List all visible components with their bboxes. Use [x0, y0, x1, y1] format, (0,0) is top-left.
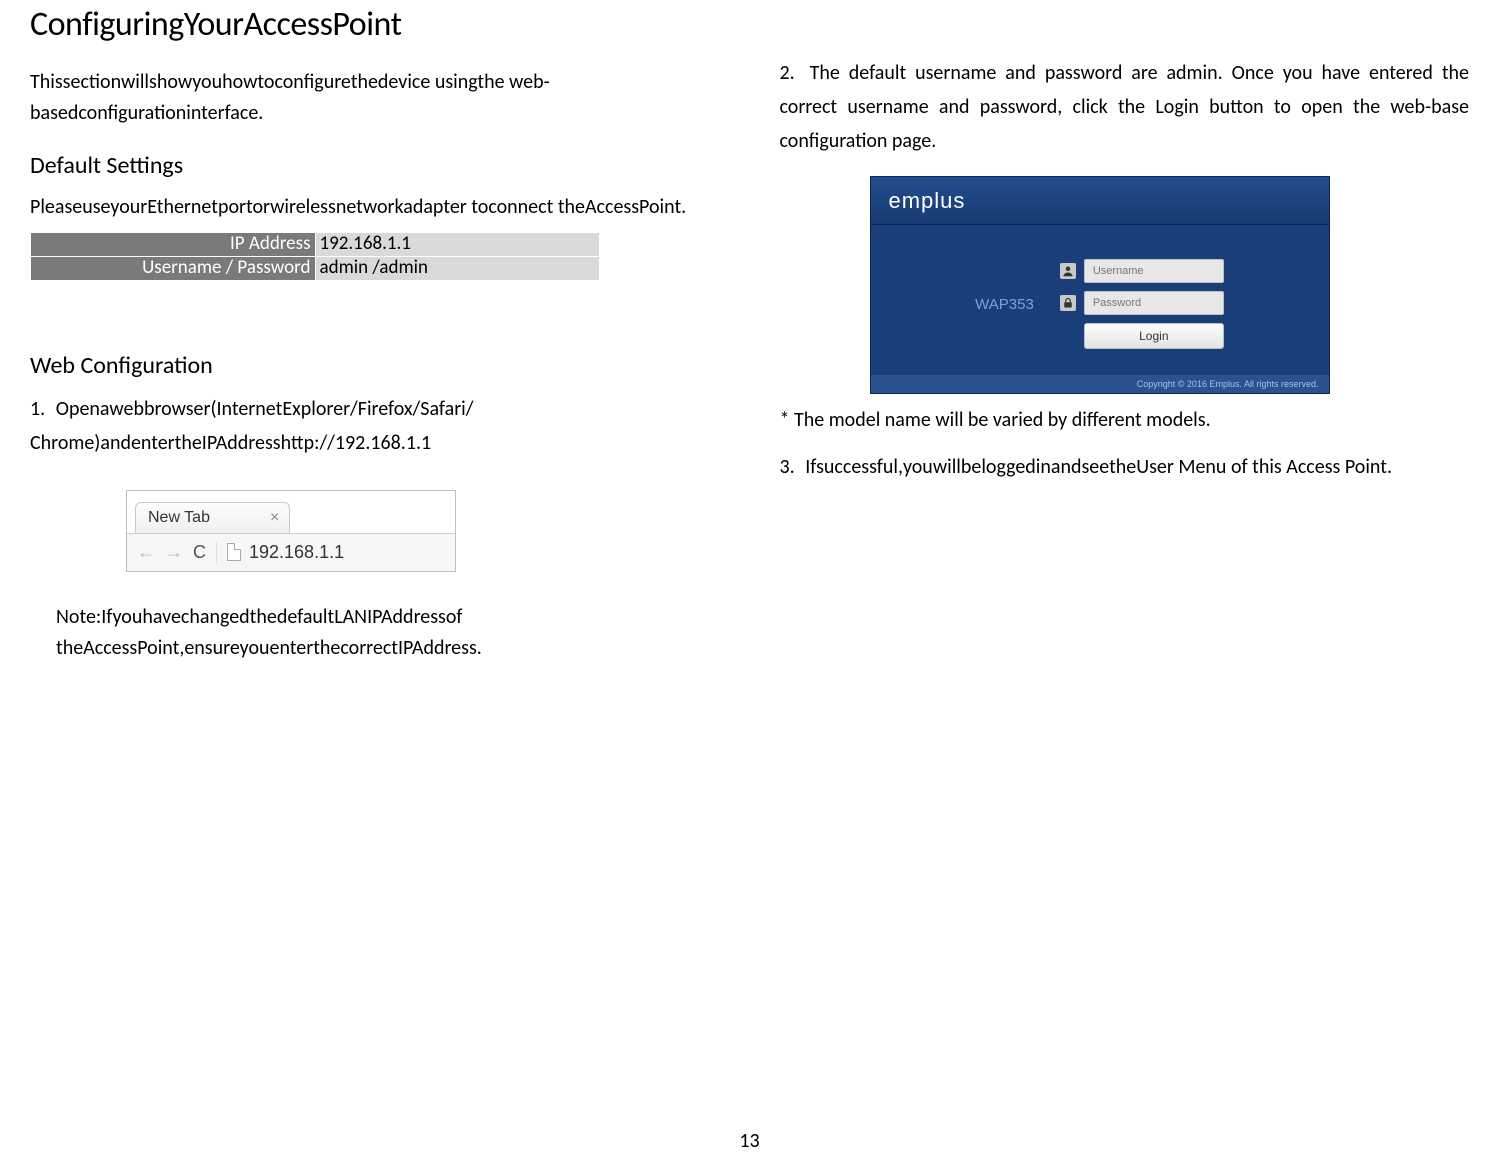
browser-tabstrip: New Tab × — [127, 491, 455, 533]
heading-default-settings: Default Settings — [30, 151, 720, 180]
login-form: Username Password Login — [1060, 259, 1224, 349]
table-row: Username / Password admin /admin — [31, 256, 600, 280]
password-placeholder: Password — [1093, 297, 1141, 309]
username-placeholder: Username — [1093, 265, 1144, 277]
default-settings-text: PleaseuseyourEthernetportorwirelessnetwo… — [30, 192, 720, 222]
page-title: ConfiguringYourAccessPoint — [30, 4, 720, 45]
step-3: 3. Ifsuccessful,youwillbeloggedinandseet… — [780, 450, 1470, 484]
address-bar[interactable]: 192.168.1.1 — [216, 542, 445, 563]
tab-label: New Tab — [148, 509, 210, 527]
step-3-text: Ifsuccessful,youwillbeloggedinandseetheU… — [805, 455, 1392, 479]
step-2: 2. The default username and password are… — [780, 56, 1470, 158]
brand-logo: emplus — [889, 188, 966, 214]
login-header: emplus — [871, 177, 1329, 225]
lock-icon — [1060, 295, 1076, 311]
cred-label: Username / Password — [31, 256, 316, 280]
ip-label: IP Address — [31, 233, 316, 257]
ip-value: 192.168.1.1 — [315, 233, 600, 257]
username-row: Username — [1060, 259, 1224, 283]
password-input[interactable]: Password — [1084, 291, 1224, 315]
heading-web-configuration: Web Configuration — [30, 351, 720, 380]
browser-tab[interactable]: New Tab × — [135, 502, 290, 533]
browser-screenshot: New Tab × ← → C 192.168.1.1 — [126, 490, 456, 572]
login-button[interactable]: Login — [1084, 323, 1224, 349]
step-number-3: 3. — [780, 455, 795, 479]
address-text: 192.168.1.1 — [249, 542, 344, 563]
intro-text: Thissectionwillshowyouhowtoconfigurethed… — [30, 67, 720, 129]
step-number-2: 2. — [780, 61, 795, 85]
password-row: Password — [1060, 291, 1224, 315]
login-screenshot: emplus WAP353 Username — [870, 176, 1330, 394]
settings-table: IP Address 192.168.1.1 Username / Passwo… — [30, 232, 600, 281]
table-row: IP Address 192.168.1.1 — [31, 233, 600, 257]
step-2-text: The default username and password are ad… — [780, 61, 1470, 153]
page-icon — [227, 543, 241, 561]
note-text: Note:IfyouhavechangedthedefaultLANIPAddr… — [56, 602, 720, 664]
login-body: WAP353 Username — [871, 225, 1329, 375]
close-icon[interactable]: × — [270, 510, 279, 526]
step-number-1: 1. — [30, 397, 45, 421]
reload-icon[interactable]: C — [193, 542, 206, 563]
model-name: WAP353 — [975, 296, 1034, 313]
login-footer: Copyright © 2016 Emplus. All rights rese… — [871, 375, 1329, 393]
user-icon — [1060, 263, 1076, 279]
model-note: * The model name will be varied by diffe… — [780, 408, 1470, 432]
step-1-text: Openawebbrowser(InternetExplorer/Firefox… — [30, 397, 473, 455]
login-button-label: Login — [1139, 329, 1168, 343]
forward-icon[interactable]: → — [165, 542, 183, 563]
username-input[interactable]: Username — [1084, 259, 1224, 283]
browser-toolbar: ← → C 192.168.1.1 — [127, 533, 455, 571]
back-icon[interactable]: ← — [137, 542, 155, 563]
cred-value: admin /admin — [315, 256, 600, 280]
page-number: 13 — [0, 1129, 1499, 1153]
